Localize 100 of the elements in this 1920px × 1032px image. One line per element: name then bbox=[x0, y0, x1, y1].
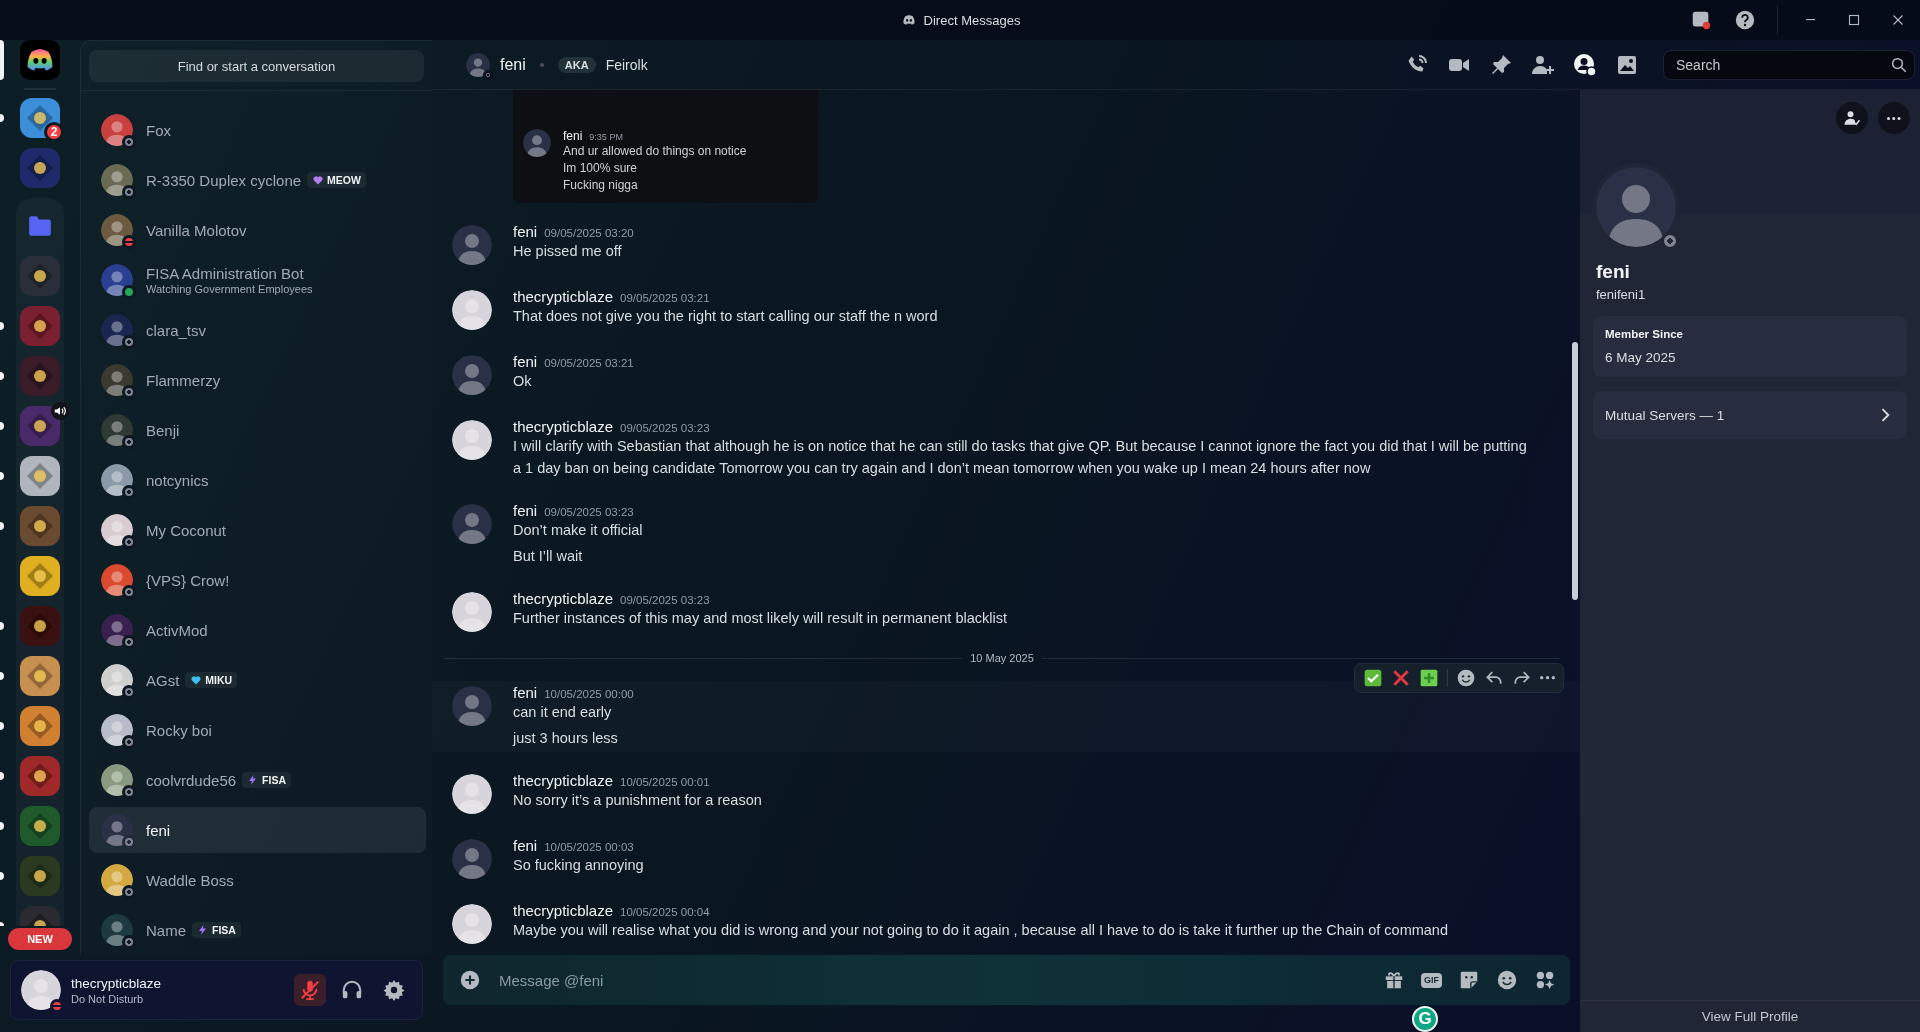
author-name: thecrypticblaze bbox=[513, 288, 614, 305]
new-unreads-button[interactable]: NEW bbox=[8, 928, 72, 950]
user-avatar bbox=[101, 914, 133, 946]
folder-icon[interactable] bbox=[27, 213, 53, 239]
user-avatar bbox=[101, 164, 133, 196]
dm-item[interactable]: Flammerzy bbox=[89, 357, 426, 403]
message-text: No sorry it’s a punishment for a reason bbox=[513, 791, 763, 810]
dm-item[interactable]: coolvrdude56 FISA bbox=[89, 757, 426, 803]
more-icon[interactable] bbox=[1540, 676, 1555, 680]
message-text: Im 100% sure bbox=[563, 160, 639, 176]
check-reaction-icon[interactable] bbox=[1363, 668, 1383, 688]
dm-item[interactable]: FISA Administration Bot Watching Government Employees bbox=[89, 257, 426, 303]
server-icon[interactable] bbox=[20, 98, 60, 138]
server-icon[interactable] bbox=[20, 356, 60, 396]
dm-item[interactable]: Name FISA bbox=[89, 907, 426, 953]
dm-item[interactable]: R-3350 Duplex cyclone MEOW bbox=[89, 157, 426, 203]
scrollbar-thumb[interactable] bbox=[1572, 342, 1578, 600]
mutual-servers-row[interactable]: Mutual Servers — 1 bbox=[1593, 391, 1907, 439]
dm-item[interactable]: AGst MIKU bbox=[89, 657, 426, 703]
apps-icon[interactable] bbox=[1534, 969, 1556, 991]
dm-item[interactable]: feni bbox=[89, 807, 426, 853]
profile-toggle-button[interactable] bbox=[1573, 52, 1597, 77]
gift-icon[interactable] bbox=[1383, 969, 1405, 991]
search-input[interactable]: Search bbox=[1674, 55, 1890, 74]
server-icon[interactable] bbox=[20, 656, 60, 696]
server-icon[interactable] bbox=[20, 706, 60, 746]
user-avatar bbox=[101, 714, 133, 746]
message-input[interactable]: Message @feni bbox=[497, 970, 1367, 990]
author-name: feni bbox=[563, 129, 583, 143]
dm-item[interactable]: Fox bbox=[89, 107, 426, 153]
server-icon[interactable] bbox=[20, 406, 60, 446]
user-avatar bbox=[523, 129, 551, 157]
message-timestamp: 9:35 PM bbox=[589, 132, 623, 142]
message-timestamp: 10/05/2025 00:01 bbox=[620, 776, 710, 788]
add-reaction-icon[interactable] bbox=[1456, 668, 1476, 688]
dm-item[interactable]: Waddle Boss bbox=[89, 857, 426, 903]
inbox-icon bbox=[1690, 9, 1712, 31]
message-field[interactable]: Message @feni GIF bbox=[443, 955, 1570, 1005]
server-icon[interactable] bbox=[20, 606, 60, 646]
dm-item[interactable]: ActivMod bbox=[89, 607, 426, 653]
server-icon[interactable] bbox=[20, 306, 60, 346]
view-full-profile-link[interactable]: View Full Profile bbox=[1701, 1009, 1799, 1024]
nickname: Feirolk bbox=[605, 56, 648, 73]
server-icon[interactable] bbox=[20, 856, 60, 896]
minimize-icon bbox=[1805, 19, 1815, 21]
mute-button[interactable] bbox=[294, 974, 326, 1006]
unread-count: 2 bbox=[44, 122, 64, 142]
message-text: But I’ll wait bbox=[513, 547, 584, 566]
user-avatar bbox=[101, 764, 133, 796]
channel-name: feni bbox=[500, 55, 526, 74]
profile-name: feni bbox=[1596, 261, 1631, 283]
server-icon[interactable] bbox=[20, 756, 60, 796]
author-name: thecrypticblaze bbox=[513, 418, 614, 435]
cross-reaction-icon[interactable] bbox=[1391, 668, 1411, 688]
server-icon[interactable] bbox=[20, 256, 60, 296]
attach-button[interactable] bbox=[459, 969, 481, 991]
muted-microphone-icon bbox=[299, 979, 321, 1001]
dm-item[interactable]: Benji bbox=[89, 407, 426, 453]
server-icon[interactable] bbox=[20, 806, 60, 846]
message-timestamp: 09/05/2025 03:21 bbox=[544, 357, 634, 369]
sticker-icon[interactable] bbox=[1458, 969, 1480, 991]
user-avatar bbox=[101, 214, 133, 246]
server-icon[interactable] bbox=[20, 556, 60, 596]
help-icon bbox=[1734, 9, 1756, 31]
search-icon bbox=[1890, 55, 1908, 74]
conversation-search-button[interactable]: Find or start a conversation bbox=[89, 50, 424, 82]
message-timestamp: 10/05/2025 00:00 bbox=[544, 688, 634, 700]
friend-check-icon bbox=[1843, 109, 1861, 127]
dm-item[interactable]: My Coconut bbox=[89, 507, 426, 553]
dm-item[interactable]: notcynics bbox=[89, 457, 426, 503]
gif-button[interactable]: GIF bbox=[1421, 972, 1442, 988]
user-avatar bbox=[101, 314, 133, 346]
dm-item[interactable]: {VPS} Crow! bbox=[89, 557, 426, 603]
settings-icon bbox=[383, 979, 405, 1001]
tag-label: FISA bbox=[212, 924, 236, 936]
user-name: thecrypticblaze bbox=[71, 975, 163, 991]
headset-icon bbox=[341, 979, 363, 1001]
server-icon[interactable] bbox=[20, 148, 60, 188]
user-avatar bbox=[101, 364, 133, 396]
emoji-icon[interactable] bbox=[1496, 969, 1518, 991]
more-button[interactable] bbox=[1878, 102, 1910, 134]
friend-status-button[interactable] bbox=[1836, 102, 1868, 134]
message-text: He pissed me off bbox=[513, 242, 623, 261]
message-text: Maybe you will realise what you did is wrong and your not going to do it again , because all I have to do is take it further up the Chain of command bbox=[513, 921, 1449, 940]
message-timestamp: 09/05/2025 03:21 bbox=[620, 292, 710, 304]
user-avatar bbox=[101, 814, 133, 846]
user-avatar bbox=[21, 970, 61, 1010]
message-timestamp: 09/05/2025 03:20 bbox=[544, 227, 634, 239]
dm-item[interactable]: Vanilla Molotov bbox=[89, 207, 426, 253]
author-name: thecrypticblaze bbox=[513, 590, 614, 607]
server-icon[interactable] bbox=[20, 506, 60, 546]
server-icon[interactable] bbox=[20, 456, 60, 496]
message-text: can it end early bbox=[513, 703, 613, 722]
search-field[interactable]: Search bbox=[1663, 49, 1915, 80]
plus-reaction-icon[interactable] bbox=[1419, 668, 1439, 688]
dm-item[interactable]: Rocky boi bbox=[89, 707, 426, 753]
dm-item[interactable]: clara_tsv bbox=[89, 307, 426, 353]
profile-username: fenifeni1 bbox=[1596, 287, 1647, 302]
author-name: feni bbox=[513, 684, 538, 701]
home-button[interactable] bbox=[20, 40, 60, 80]
